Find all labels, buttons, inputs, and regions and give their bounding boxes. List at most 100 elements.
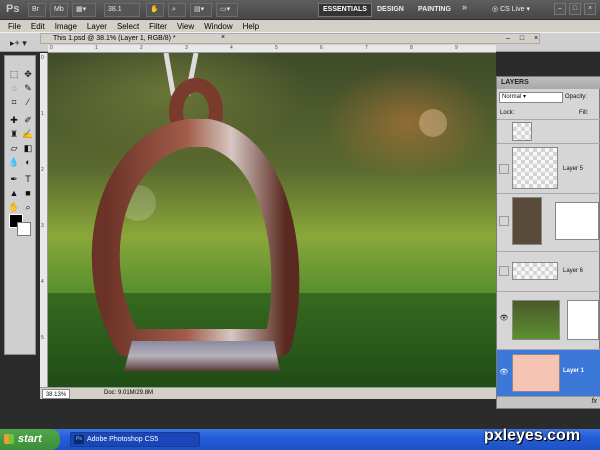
zoom-tool-icon[interactable]: ⌕ [22,201,34,213]
eyedropper-tool-icon[interactable]: ⁄ [22,96,34,108]
path-selection-tool-icon[interactable]: ▲ [8,187,20,199]
taskbar-item-photoshop[interactable]: Ps Adobe Photoshop CS5 [70,432,200,447]
quick-selection-tool-icon[interactable]: ✎ [22,82,34,94]
opacity-label: Opacity: [565,94,588,100]
pxleyes-watermark: pxleyes.com [484,427,581,444]
minimize-icon[interactable]: – [554,3,566,15]
lasso-tool-icon[interactable]: ◌ [8,82,20,94]
ruler-tick: 2 [140,45,143,51]
move-tool-icon[interactable]: ✥ [22,68,34,80]
close-icon[interactable]: × [584,3,596,15]
menu-bar: File Edit Image Layer Select Filter View… [0,20,600,32]
layer-row[interactable] [497,193,600,251]
document-minimize-icon[interactable]: – [503,34,513,43]
ruler-tick: 9 [455,45,458,51]
ruler-tick: 4 [230,45,233,51]
spot-healing-tool-icon[interactable]: ✚ [8,114,20,126]
layer-thumbnail [512,147,558,189]
blend-mode-select[interactable]: Normal ▾ [499,92,563,103]
more-workspaces-chevron-icon[interactable]: » [462,2,467,12]
document-size-info[interactable]: Doc: 9.01M/29.8M [104,390,153,396]
layers-panel-footer: fx [497,396,600,408]
menu-filter[interactable]: Filter [149,22,167,31]
maximize-icon[interactable]: □ [569,3,581,15]
layer-row[interactable]: Layer 6 [497,251,600,291]
eraser-tool-icon[interactable]: ▱ [8,142,20,154]
menu-help[interactable]: Help [243,22,259,31]
document-close-icon[interactable]: × [531,34,541,43]
document-tab-close-icon[interactable]: × [221,34,225,41]
shape-tool-icon[interactable]: ■ [22,187,34,199]
ruler-tick: 7 [365,45,368,51]
layer-thumbnail [512,197,542,245]
crop-tool-icon[interactable]: ⌗ [8,96,20,108]
layer-row[interactable]: 👁 [497,291,600,349]
menu-layer[interactable]: Layer [87,22,107,31]
fx-icon[interactable]: fx [592,398,597,405]
clone-stamp-tool-icon[interactable]: ♜ [8,128,20,140]
view-extras-icon[interactable]: ▦▾ [72,3,96,17]
hand-tool-icon[interactable]: ✋ [8,201,20,213]
tool-preset-picker[interactable]: ▸+ ▾ [10,38,27,49]
layers-panel: LAYERS Normal ▾ Opacity: Lock: Fill: Lay… [496,76,600,409]
eye-icon[interactable]: 👁 [499,314,509,324]
screen-mode-icon[interactable]: ▭▾ [216,3,238,17]
minibridge-icon[interactable]: Mb [50,3,68,17]
status-bar: 38.13% Doc: 9.01M/29.8M [40,387,496,399]
layer-row-selected[interactable]: 👁 Layer 1 [497,349,600,397]
photoshop-logo: Ps [6,3,20,15]
menu-image[interactable]: Image [55,22,77,31]
document-canvas[interactable] [48,53,496,387]
menu-file[interactable]: File [8,22,21,31]
zoom-tool-icon[interactable]: ⌕ [168,3,186,17]
blend-mode-value: Normal [502,94,522,100]
bridge-icon[interactable]: Br [28,3,46,17]
layer-name[interactable]: Layer 5 [563,166,583,172]
start-label: start [18,433,42,445]
workspace-painting[interactable]: PAINTING [418,3,451,17]
visibility-toggle[interactable] [499,216,509,226]
window-controls: – □ × [554,3,596,15]
horizontal-ruler: 0 1 2 3 4 5 6 7 8 9 [48,45,496,53]
windows-flag-icon [4,434,14,444]
cs-live-button[interactable]: ◎ CS Live ▾ [492,3,530,17]
layer-mask-thumbnail[interactable] [567,300,599,340]
blur-tool-icon[interactable]: 💧 [8,156,20,168]
workspace-design[interactable]: DESIGN [377,3,404,17]
type-tool-icon[interactable]: T [22,173,34,185]
layer-name[interactable]: Layer 6 [563,268,583,274]
workspace-essentials[interactable]: ESSENTIALS [318,3,372,17]
visibility-toggle[interactable] [499,164,509,174]
hand-tool-icon[interactable]: ✋ [146,3,164,17]
menu-window[interactable]: Window [204,22,232,31]
marquee-tool-icon[interactable]: ⬚ [8,68,20,80]
tools-panel: ⬚ ✥ ◌ ✎ ⌗ ⁄ ✚ ✐ ♜ ✍ ▱ ◧ 💧 ◐ ✒ T ▲ ■ ✋ ⌕ [4,55,36,355]
pen-tool-icon[interactable]: ✒ [8,173,20,185]
layers-panel-title[interactable]: LAYERS [497,77,600,89]
start-button[interactable]: start [0,429,60,450]
background-color-swatch[interactable] [17,222,31,236]
layer-mask-thumbnail[interactable] [555,202,599,240]
dodge-tool-icon[interactable]: ◐ [22,156,34,168]
history-brush-tool-icon[interactable]: ✍ [22,128,34,140]
arrange-documents-icon[interactable]: ▤▾ [190,3,212,17]
ruler-tick: 4 [41,279,44,285]
ruler-tick: 8 [410,45,413,51]
zoom-level-display[interactable]: 38.1 [104,3,140,17]
visibility-toggle[interactable] [499,266,509,276]
document-maximize-icon[interactable]: □ [517,34,527,43]
menu-edit[interactable]: Edit [31,22,45,31]
eye-icon[interactable]: 👁 [499,368,509,378]
swing-ring-photo [48,53,496,387]
layer-row[interactable]: Layer 5 [497,143,600,193]
layer-name[interactable]: Layer 1 [563,368,584,374]
brush-tool-icon[interactable]: ✐ [22,114,34,126]
zoom-percent-field[interactable]: 38.13% [42,389,70,399]
menu-view[interactable]: View [177,22,194,31]
ruler-tick: 3 [185,45,188,51]
ruler-tick: 0 [41,55,44,61]
menu-select[interactable]: Select [117,22,139,31]
gradient-tool-icon[interactable]: ◧ [22,142,34,154]
document-tab[interactable]: This 1.psd @ 38.1% (Layer 1, RGB/8) * × … [40,33,540,44]
layer-row[interactable] [497,119,600,143]
